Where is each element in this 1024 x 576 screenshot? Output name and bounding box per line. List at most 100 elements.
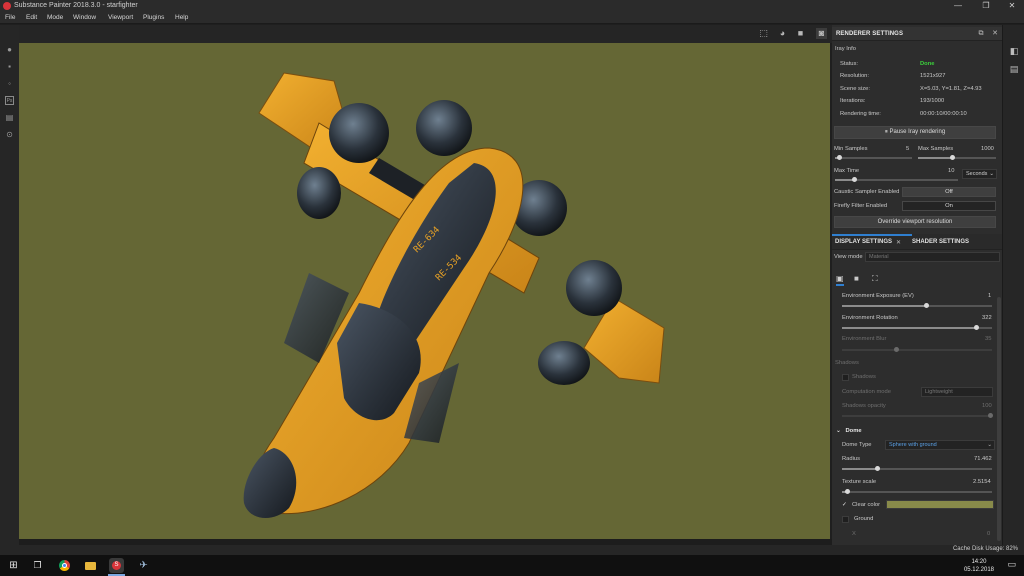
max-time-slider[interactable] xyxy=(835,177,958,182)
screenshot-icon[interactable]: ◙ xyxy=(816,28,827,39)
active-tab-indicator xyxy=(832,234,912,236)
clear-color-checkmark-icon[interactable]: ✓ xyxy=(842,502,847,508)
viewer-tab-icon[interactable]: ⛶ xyxy=(872,274,878,284)
min-samples-slider[interactable] xyxy=(835,155,912,160)
max-samples-slider[interactable] xyxy=(918,155,996,160)
env-rotation-label: Environment Rotation xyxy=(842,315,898,321)
caustic-toggle[interactable]: Off xyxy=(902,187,996,197)
substance-painter-taskbar-icon[interactable]: S xyxy=(109,558,124,573)
menu-plugins[interactable]: Plugins xyxy=(143,14,164,21)
dome-type-label: Dome Type xyxy=(842,442,872,448)
title-bar: Substance Painter 2018.3.0 - starfighter… xyxy=(0,0,1024,12)
renderer-settings-header: RENDERER SETTINGS ⧉ ✕ xyxy=(832,27,1002,41)
dome-type-select[interactable]: Sphere with ground ⌄ xyxy=(885,440,995,450)
window-title: Substance Painter 2018.3.0 - starfighter xyxy=(14,2,138,9)
caustic-label: Caustic Sampler Enabled xyxy=(834,189,900,195)
clock-time: 14:20 xyxy=(971,559,987,565)
pause-iray-button[interactable]: ⏸ Pause Iray rendering xyxy=(834,126,996,139)
properties-icon[interactable]: ▤ xyxy=(1009,64,1019,74)
photoshop-export-icon[interactable]: Ps xyxy=(5,96,14,105)
eraser-icon[interactable]: ▪ xyxy=(5,62,14,71)
paint-brush-icon[interactable]: ● xyxy=(5,45,14,54)
env-exposure-value: 1 xyxy=(988,293,992,299)
maximize-button[interactable]: ❐ xyxy=(972,0,1000,12)
max-samples-label: Max Samples xyxy=(918,146,954,152)
layers-icon[interactable]: ◧ xyxy=(1009,46,1019,56)
close-window-button[interactable]: ✕ xyxy=(998,0,1024,12)
texture-scale-label: Texture scale xyxy=(842,479,877,485)
notifications-icon[interactable]: ▭ xyxy=(1007,559,1016,570)
chrome-icon[interactable] xyxy=(57,558,72,573)
camera-icon[interactable]: ■ xyxy=(795,28,806,39)
resolution-value: 1521x927 xyxy=(920,73,946,79)
projection-icon[interactable]: ◦ xyxy=(5,79,14,88)
menu-file[interactable]: File xyxy=(5,14,15,21)
shadows-opacity-slider xyxy=(842,413,993,418)
max-time-unit-value: Seconds xyxy=(966,171,988,177)
max-time-unit-select[interactable]: Seconds ⌄ xyxy=(962,169,997,179)
env-rotation-slider[interactable] xyxy=(842,325,992,330)
view-mode-field[interactable]: Material xyxy=(865,252,1000,262)
float-panel-icon[interactable]: ⧉ xyxy=(977,30,985,38)
app-bird-icon[interactable]: ✈ xyxy=(136,558,151,573)
ground-label: Ground xyxy=(854,516,874,522)
rendering-time-key: Rendering time: xyxy=(840,111,881,117)
x-label: X xyxy=(852,531,856,537)
radius-label: Radius xyxy=(842,456,861,462)
environment-tab-icon[interactable]: ▣ xyxy=(836,274,844,286)
menu-edit[interactable]: Edit xyxy=(26,14,37,21)
dome-section-header[interactable]: ⌄ Dome xyxy=(836,428,862,434)
windows-start-icon[interactable]: ⊞ xyxy=(6,558,21,573)
env-exposure-label: Environment Exposure (EV) xyxy=(842,293,914,299)
settings-circle-icon[interactable]: ⊙ xyxy=(5,130,14,139)
renderer-settings-title: RENDERER SETTINGS xyxy=(836,31,904,37)
firefly-toggle[interactable]: On xyxy=(902,201,996,211)
cache-disk-usage: Cache Disk Usage: 82% xyxy=(952,546,1018,552)
3d-viewport[interactable]: RE-634 RE-534 xyxy=(19,43,830,539)
env-blur-label: Environment Blur xyxy=(842,336,887,342)
shadows-opacity-label: Shadows opacity xyxy=(842,403,886,409)
menu-help[interactable]: Help xyxy=(175,14,188,21)
max-samples-value: 1000 xyxy=(981,146,994,152)
viewport-toolbar: ⬚ ◕ ■ ◙ xyxy=(19,25,832,43)
file-explorer-icon[interactable] xyxy=(83,558,98,573)
env-blur-value: 35 xyxy=(985,336,992,342)
menu-mode[interactable]: Mode xyxy=(47,14,63,21)
camera-tab-icon[interactable]: ■ xyxy=(854,274,859,283)
env-rotation-value: 322 xyxy=(982,315,992,321)
shadows-checkbox xyxy=(842,374,849,381)
override-viewport-button[interactable]: Override viewport resolution xyxy=(834,216,996,228)
right-icon-strip: ◧ ▤ xyxy=(1002,25,1024,545)
tab-display-settings[interactable]: DISPLAY SETTINGS xyxy=(835,239,892,245)
menu-window[interactable]: Window xyxy=(73,14,96,21)
document-icon[interactable]: ▤ xyxy=(5,113,14,122)
env-blur-slider xyxy=(842,347,992,352)
radius-slider[interactable] xyxy=(842,466,992,471)
iray-info-label: Iray Info xyxy=(835,46,856,52)
frame-icon[interactable]: ⬚ xyxy=(758,28,769,39)
env-exposure-slider[interactable] xyxy=(842,303,992,308)
os-taskbar: ⊞ ❐ S ✈ 14:20 05.12.2018 ▭ xyxy=(0,555,1024,576)
clear-color-label: Clear color xyxy=(852,502,881,508)
task-view-icon[interactable]: ❐ xyxy=(30,558,45,573)
minimize-button[interactable]: — xyxy=(944,0,972,12)
texture-scale-slider[interactable] xyxy=(842,489,992,494)
rendering-time-value: 00:00:10/00:00:10 xyxy=(920,111,967,117)
scene-size-key: Scene size: xyxy=(840,86,870,92)
status-value: Done xyxy=(920,61,935,67)
max-time-label: Max Time xyxy=(834,168,860,174)
firefly-label: Firefly Filter Enabled xyxy=(834,203,888,209)
tab-shader-settings[interactable]: SHADER SETTINGS xyxy=(912,239,969,245)
scene-size-value: X=5.03, Y=1.81, Z=4.93 xyxy=(920,86,982,92)
taskbar-clock[interactable]: 14:20 05.12.2018 xyxy=(964,558,994,574)
panel-scrollbar[interactable] xyxy=(997,297,1001,541)
environment-icon[interactable]: ◕ xyxy=(777,28,788,39)
menu-viewport[interactable]: Viewport xyxy=(108,14,133,21)
radius-value: 71.462 xyxy=(974,456,992,462)
clear-color-swatch[interactable] xyxy=(886,500,994,509)
starfighter-model: RE-634 RE-534 xyxy=(243,72,665,519)
close-panel-icon[interactable]: ✕ xyxy=(991,30,999,38)
tab-close-icon[interactable]: ✕ xyxy=(896,239,901,246)
app-logo-icon xyxy=(3,2,11,10)
ground-checkbox[interactable] xyxy=(842,516,849,523)
